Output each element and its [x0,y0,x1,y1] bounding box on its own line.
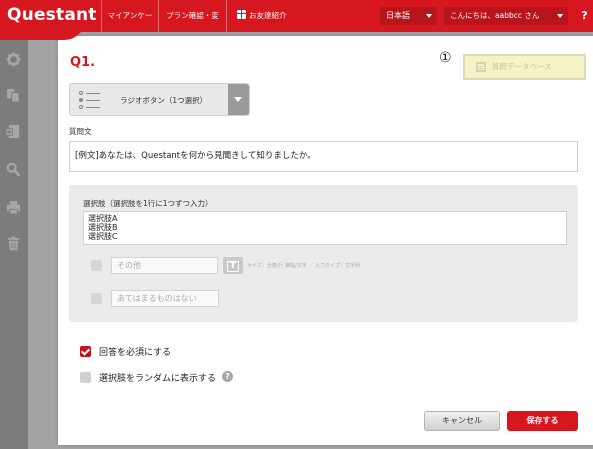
gear-icon[interactable] [6,52,21,67]
logo[interactable]: Questant [7,5,97,25]
add-page-icon[interactable] [6,124,21,139]
radio-list-icon [79,90,101,110]
database-icon [476,62,486,72]
nav-referral[interactable]: お友達紹介 [226,0,296,32]
sidebar [0,32,28,449]
choice-item: 選択肢B [88,223,118,232]
nav-my-survey[interactable]: マイアンケート [101,0,158,52]
random-order-checkbox[interactable] [80,372,91,383]
chevron-down-icon[interactable] [228,84,249,115]
print-icon[interactable] [6,200,21,215]
size-note: サイズ：全角/行 横幅/文字 ／ 入力タイプ：文字列 [247,263,360,269]
question-type-select[interactable]: ラジオボタン（1つ選択） [69,83,250,116]
question-type-label: ラジオボタン（1つ選択） [120,96,208,105]
language-select[interactable]: 日本語 [380,7,437,25]
required-label[interactable]: 回答を必須にする [99,345,171,358]
text-format-icon: T [227,261,239,272]
question-number: Q1. [70,55,96,70]
required-checkbox[interactable] [80,346,91,357]
chevron-down-icon [557,14,563,18]
gift-icon [237,10,246,19]
choices-label: 選択肢（選択肢を1行に1つずつ入力） [83,199,213,208]
copy-icon[interactable] [6,88,21,103]
other-option-checkbox[interactable] [91,260,102,271]
annotation-marker: ① [439,50,452,66]
search-icon[interactable] [6,162,21,177]
text-settings-button[interactable]: T [223,257,243,274]
choice-item: 選択肢A [88,214,118,223]
question-editor-modal: Q1. ① 質問データベース ラジオボタン（1つ選択） 質問文 [例文]あなたは… [58,36,593,445]
cancel-button[interactable]: キャンセル [424,411,500,431]
help-button[interactable]: ? [576,0,593,32]
choices-textarea[interactable]: 選択肢A 選択肢B 選択肢C [83,211,567,245]
question-database-button[interactable]: 質問データベース [463,54,586,80]
greeting-label: こんにちは、aabbcc さん [450,11,540,20]
question-text-input[interactable]: [例文]あなたは、Questantを何から見聞きして知りましたか。 [69,141,578,172]
other-option-input[interactable]: その他 [111,257,218,274]
none-option-checkbox[interactable] [91,293,102,304]
user-menu[interactable]: こんにちは、aabbcc さん [444,7,568,25]
save-button[interactable]: 保存する [507,411,578,431]
nav-plan[interactable]: プラン確認・変更 [158,0,226,52]
choices-panel: 選択肢（選択肢を1行に1つずつ入力） 選択肢A 選択肢B 選択肢C その他 T … [69,185,578,322]
choice-item: 選択肢C [88,232,118,241]
question-text-label: 質問文 [69,127,92,136]
none-option-input[interactable]: あてはまるものはない [111,290,219,307]
question-database-label: 質問データベース [492,62,552,71]
language-label: 日本語 [386,11,410,20]
chevron-down-icon [426,14,432,18]
nav-referral-label: お友達紹介 [249,11,287,20]
trash-icon[interactable] [6,236,21,251]
help-icon[interactable]: ? [222,371,233,382]
random-order-label[interactable]: 選択肢をランダムに表示する [99,371,216,384]
